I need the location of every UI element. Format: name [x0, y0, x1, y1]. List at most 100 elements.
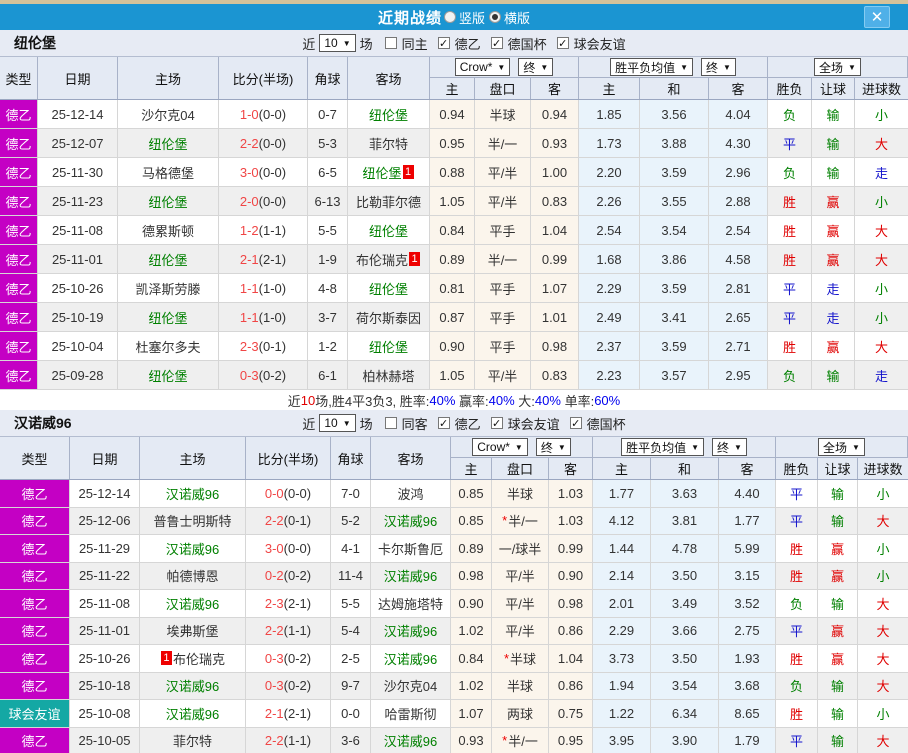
radio-horizontal-layout[interactable]: 横版: [489, 8, 530, 27]
away-team-name[interactable]: 纽伦堡: [369, 279, 408, 298]
away-team-name[interactable]: 汉诺威96: [384, 621, 437, 640]
home-team-name[interactable]: 纽伦堡: [148, 192, 187, 211]
match-count-select[interactable]: 10 ▼: [319, 414, 356, 432]
odds-away-cell: 1.04: [531, 216, 579, 244]
home-team-cell[interactable]: 纽伦堡: [118, 303, 219, 331]
fulltime-select[interactable]: 全场 ▼: [818, 438, 865, 456]
league-cell: 球会友谊: [0, 700, 70, 727]
fulltime-select[interactable]: 全场 ▼: [814, 58, 861, 76]
score-cell: 0-3 (0-2): [219, 361, 308, 389]
away-team-name[interactable]: 汉诺威96: [384, 649, 437, 668]
home-team-name[interactable]: 纽伦堡: [148, 308, 187, 327]
close-icon[interactable]: ✕: [864, 6, 890, 28]
away-team-cell[interactable]: 纽伦堡: [348, 100, 430, 128]
home-team-cell[interactable]: 汉诺威96: [140, 672, 246, 699]
away-team-cell: 荷尔斯泰因: [348, 303, 430, 331]
score-cell: 1-2 (1-1): [219, 216, 308, 244]
header-date-cell: 日期: [70, 437, 140, 479]
radio-vertical-layout[interactable]: 竖版: [443, 8, 485, 27]
away-team-name[interactable]: 纽伦堡: [369, 337, 408, 356]
radio-horizontal-label: 横版: [504, 10, 531, 26]
away-team-cell[interactable]: 汉诺威96: [371, 727, 451, 753]
competition-checkbox-2[interactable]: ✓: [569, 417, 582, 430]
avg-final-select[interactable]: 终 ▼: [701, 58, 736, 76]
away-team-cell[interactable]: 汉诺威96: [371, 507, 451, 534]
handicap-cell: 半球: [475, 100, 531, 128]
away-team-cell[interactable]: 纽伦堡 1: [348, 158, 430, 186]
away-team-name[interactable]: 纽伦堡: [362, 163, 401, 182]
odds-final-select[interactable]: 终 ▼: [518, 58, 554, 76]
away-team-cell[interactable]: 纽伦堡: [348, 216, 430, 244]
date-cell: 25-11-23: [38, 187, 118, 215]
avg-odds-select[interactable]: 胜平负均值 ▼: [621, 438, 704, 456]
same-venue-checkbox[interactable]: [384, 37, 397, 49]
home-team-name[interactable]: 汉诺威96: [166, 676, 219, 695]
corner-cell: 0-0: [331, 700, 371, 727]
home-team-name[interactable]: 汉诺威96: [166, 594, 219, 613]
home-team-cell[interactable]: 汉诺威96: [140, 535, 246, 562]
avg-final-select[interactable]: 终 ▼: [712, 438, 747, 456]
odds-source-select[interactable]: Crow* ▼: [472, 438, 528, 456]
home-team-cell[interactable]: 纽伦堡: [118, 245, 219, 273]
competition-checkbox-0[interactable]: ✓: [437, 417, 450, 430]
match-count-select[interactable]: 10 ▼: [319, 34, 356, 52]
table-row: 德乙 25-12-14 沙尔克04 1-0 (0-0) 0-7 纽伦堡 0.94 半球 0.94 1…: [0, 100, 908, 129]
chevron-down-icon: ▼: [497, 62, 506, 72]
away-team-name[interactable]: 纽伦堡: [369, 221, 408, 240]
home-team-name[interactable]: 汉诺威96: [166, 704, 219, 723]
competition-label-1: 球会友谊: [507, 416, 560, 432]
handicap-cell: * 半/一: [492, 507, 549, 534]
away-team-cell[interactable]: 汉诺威96: [371, 617, 451, 644]
away-team-name[interactable]: 汉诺威96: [384, 731, 437, 750]
home-team-cell[interactable]: 纽伦堡: [118, 129, 219, 157]
competition-checkbox-1[interactable]: ✓: [490, 37, 503, 50]
avg-away-cell: 2.75: [719, 617, 776, 644]
avg-home-cell: 1.85: [579, 100, 640, 128]
home-team-name[interactable]: 纽伦堡: [148, 366, 187, 385]
fulltime-header-group: 全场 ▼: [768, 57, 908, 78]
home-team-cell[interactable]: 纽伦堡: [118, 187, 219, 215]
away-team-cell[interactable]: 汉诺威96: [371, 645, 451, 672]
away-team-name[interactable]: 纽伦堡: [369, 105, 408, 124]
subheader-avg-away-cell: 客: [719, 458, 776, 479]
result-goals-cell: 大: [855, 332, 908, 360]
result-wdl-cell: 负: [776, 590, 818, 617]
avg-home-cell: 2.23: [579, 361, 640, 389]
result-goals-cell: 小: [855, 274, 908, 302]
subheader-avg-draw-cell: 和: [640, 78, 709, 99]
competition-checkbox-0[interactable]: ✓: [437, 37, 450, 50]
competition-checkbox-2[interactable]: ✓: [556, 37, 569, 50]
odds-home-cell: 0.89: [451, 535, 492, 562]
away-team-name[interactable]: 汉诺威96: [384, 566, 437, 585]
away-team-cell[interactable]: 纽伦堡: [348, 332, 430, 360]
odds-source-select[interactable]: Crow* ▼: [454, 58, 511, 76]
league-cell: 德乙: [0, 274, 38, 302]
avg-home-cell: 1.68: [579, 245, 640, 273]
away-team-cell[interactable]: 纽伦堡: [348, 274, 430, 302]
same-venue-checkbox[interactable]: [384, 417, 397, 429]
fulltime-score: 2-2: [264, 623, 284, 639]
competition-checkbox-1[interactable]: ✓: [490, 417, 503, 430]
home-team-name[interactable]: 纽伦堡: [148, 134, 187, 153]
odds-final-select[interactable]: 终 ▼: [535, 438, 571, 456]
avg-odds-select[interactable]: 胜平负均值 ▼: [610, 58, 693, 76]
avg-draw-cell: 3.90: [651, 727, 719, 753]
home-team-name[interactable]: 汉诺威96: [166, 484, 219, 503]
home-team-cell[interactable]: 汉诺威96: [140, 590, 246, 617]
away-team-name[interactable]: 汉诺威96: [384, 511, 437, 530]
home-team-name: 杜塞尔多夫: [135, 339, 201, 355]
result-wdl-cell: 胜: [768, 332, 812, 360]
fulltime-score: 0-3: [264, 678, 284, 694]
table-row: 德乙 25-10-19 纽伦堡 1-1 (1-0) 3-7 荷尔斯泰因 0.87 平手 1.01 2…: [0, 303, 908, 332]
away-team-cell[interactable]: 汉诺威96: [371, 562, 451, 589]
radio-icon[interactable]: [443, 11, 456, 23]
home-team-name[interactable]: 纽伦堡: [148, 250, 187, 269]
home-team-cell[interactable]: 汉诺威96: [140, 480, 246, 507]
avg-odds-select-label: 胜平负均值: [615, 60, 676, 75]
home-team-cell[interactable]: 汉诺威96: [140, 700, 246, 727]
league-cell: 德乙: [0, 129, 38, 157]
home-team-name[interactable]: 汉诺威96: [166, 539, 219, 558]
radio-icon[interactable]: [489, 11, 501, 23]
home-team-cell[interactable]: 纽伦堡: [118, 361, 219, 389]
home-team-name: 马格德堡: [141, 165, 194, 181]
